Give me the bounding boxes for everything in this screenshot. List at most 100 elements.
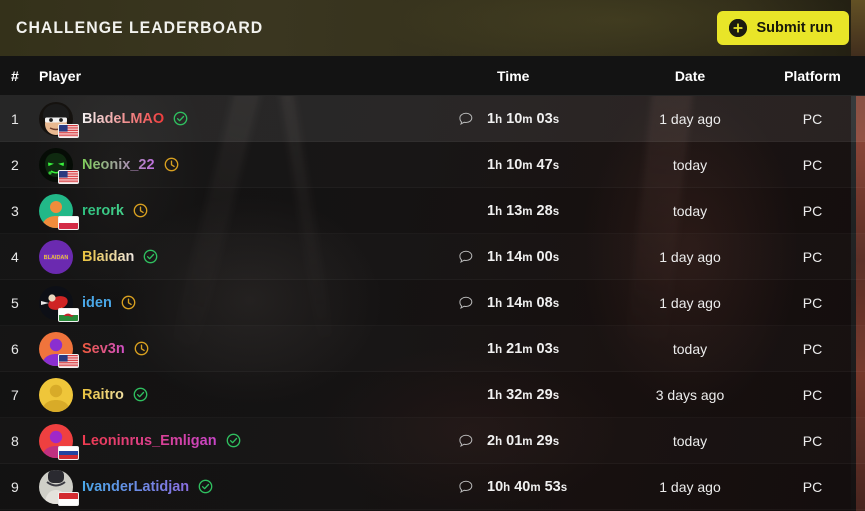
player-cell[interactable]: BLAIDAN Blaidan	[30, 239, 445, 274]
column-header-rank[interactable]: #	[0, 68, 30, 84]
player-cell[interactable]: Sev3n	[30, 331, 445, 368]
comment-slot[interactable]	[445, 250, 487, 264]
table-row[interactable]: 4 BLAIDAN Blaidan 1h 14m 00s 1 day ago P…	[0, 234, 865, 280]
player-cell[interactable]: Leoninrus_Emligan	[30, 423, 445, 460]
player-name[interactable]: IvanderLatidjan	[82, 479, 189, 495]
player-cell[interactable]: IvanderLatidjan	[30, 469, 445, 506]
comment-slot[interactable]	[445, 434, 487, 448]
run-time: 1h 32m 29s	[487, 386, 560, 403]
country-flag-icon	[58, 169, 79, 184]
country-flag-icon	[58, 123, 79, 138]
column-header-date[interactable]: Date	[620, 68, 760, 84]
table-header-row: # Player Time Date Platform	[0, 56, 865, 96]
time-cell: 1h 10m 03s	[445, 111, 620, 127]
country-flag-icon	[58, 307, 79, 322]
run-platform: PC	[802, 294, 823, 311]
time-cell: 10h 40m 53s	[445, 479, 620, 495]
time-cell: 1h 21m 03s	[445, 341, 620, 357]
row-rank: 1	[11, 110, 19, 127]
column-header-time[interactable]: Time	[445, 68, 620, 84]
run-platform: PC	[802, 202, 823, 219]
player-cell[interactable]: iden	[30, 285, 445, 322]
verified-check-icon	[226, 433, 241, 448]
player-cell[interactable]: Raitro	[30, 377, 445, 412]
table-row[interactable]: 1 BladeLMAO 1h 10m 03s 1 day ago PC	[0, 96, 865, 142]
avatar[interactable]	[39, 101, 79, 138]
run-time: 10h 40m 53s	[487, 478, 568, 495]
avatar[interactable]	[39, 469, 79, 506]
row-rank: 7	[11, 386, 19, 403]
player-name[interactable]: Leoninrus_Emligan	[82, 433, 217, 449]
country-flag-icon	[58, 491, 79, 506]
comment-slot[interactable]	[445, 480, 487, 494]
player-cell[interactable]: Neonix_22	[30, 147, 445, 184]
leaderboard-panel: CHALLENGE LEADERBOARD Submit run # Playe…	[0, 0, 865, 511]
run-date: 3 days ago	[655, 386, 725, 403]
run-platform: PC	[802, 156, 823, 173]
country-flag-icon	[58, 445, 79, 460]
country-flag-icon	[58, 215, 79, 230]
avatar[interactable]	[39, 331, 79, 368]
comment-slot[interactable]	[445, 296, 487, 310]
avatar[interactable]	[39, 285, 79, 322]
comment-bubble-icon[interactable]	[459, 250, 473, 264]
table-row[interactable]: 8 Leoninrus_Emligan 2h 01m 29s today PC	[0, 418, 865, 464]
avatar-image	[39, 377, 73, 412]
player-name[interactable]: iden	[82, 295, 112, 311]
avatar-image: BLAIDAN	[39, 239, 73, 274]
verified-check-icon	[133, 387, 148, 402]
run-time: 1h 13m 28s	[487, 202, 560, 219]
player-name[interactable]: BladeLMAO	[82, 111, 164, 127]
time-cell: 1h 14m 08s	[445, 295, 620, 311]
row-rank: 9	[11, 478, 19, 495]
run-date: 1 day ago	[659, 478, 721, 495]
time-cell: 1h 13m 28s	[445, 203, 620, 219]
run-date: today	[672, 340, 708, 357]
player-name[interactable]: Raitro	[82, 387, 124, 403]
run-date: 1 day ago	[659, 294, 721, 311]
avatar[interactable]	[39, 377, 73, 412]
comment-bubble-icon[interactable]	[459, 296, 473, 310]
player-name[interactable]: Sev3n	[82, 341, 125, 357]
table-row[interactable]: 2 Neonix_22 1h 10m 47s today PC	[0, 142, 865, 188]
verified-check-icon	[198, 479, 213, 494]
row-rank: 4	[11, 248, 19, 265]
avatar[interactable]	[39, 193, 79, 230]
table-row[interactable]: 6 Sev3n 1h 21m 03s today PC	[0, 326, 865, 372]
pending-clock-icon	[121, 295, 136, 310]
submit-run-label: Submit run	[756, 20, 833, 36]
avatar[interactable]: BLAIDAN	[39, 239, 73, 274]
submit-run-button[interactable]: Submit run	[717, 11, 849, 45]
player-name[interactable]: Blaidan	[82, 249, 134, 265]
comment-slot[interactable]	[445, 112, 487, 126]
verified-check-icon	[143, 249, 158, 264]
player-cell[interactable]: rerork	[30, 193, 445, 230]
player-cell[interactable]: BladeLMAO	[30, 101, 445, 138]
row-rank: 8	[11, 432, 19, 449]
svg-text:BLAIDAN: BLAIDAN	[44, 255, 69, 261]
row-rank: 6	[11, 340, 19, 357]
verified-check-icon	[173, 111, 188, 126]
avatar[interactable]	[39, 423, 79, 460]
player-name[interactable]: Neonix_22	[82, 157, 155, 173]
column-header-platform[interactable]: Platform	[760, 68, 865, 84]
row-rank: 2	[11, 156, 19, 173]
pending-clock-icon	[134, 341, 149, 356]
comment-bubble-icon[interactable]	[459, 480, 473, 494]
comment-bubble-icon[interactable]	[459, 112, 473, 126]
table-body: 1 BladeLMAO 1h 10m 03s 1 day ago PC 2 Ne…	[0, 96, 865, 510]
comment-bubble-icon[interactable]	[459, 434, 473, 448]
table-row[interactable]: 7 Raitro 1h 32m 29s 3 days ago PC	[0, 372, 865, 418]
table-row[interactable]: 5 iden 1h 14m 08s 1 day ago PC	[0, 280, 865, 326]
table-row[interactable]: 9 IvanderLatidjan 10h 40m 53s 1 day ago …	[0, 464, 865, 510]
run-date: today	[672, 432, 708, 449]
run-time: 2h 01m 29s	[487, 432, 560, 449]
column-header-player[interactable]: Player	[30, 68, 445, 84]
table-row[interactable]: 3 rerork 1h 13m 28s today PC	[0, 188, 865, 234]
row-rank: 3	[11, 202, 19, 219]
player-name[interactable]: rerork	[82, 203, 124, 219]
page-title: CHALLENGE LEADERBOARD	[16, 18, 264, 37]
avatar[interactable]	[39, 147, 79, 184]
run-time: 1h 21m 03s	[487, 340, 560, 357]
run-time: 1h 14m 00s	[487, 248, 560, 265]
